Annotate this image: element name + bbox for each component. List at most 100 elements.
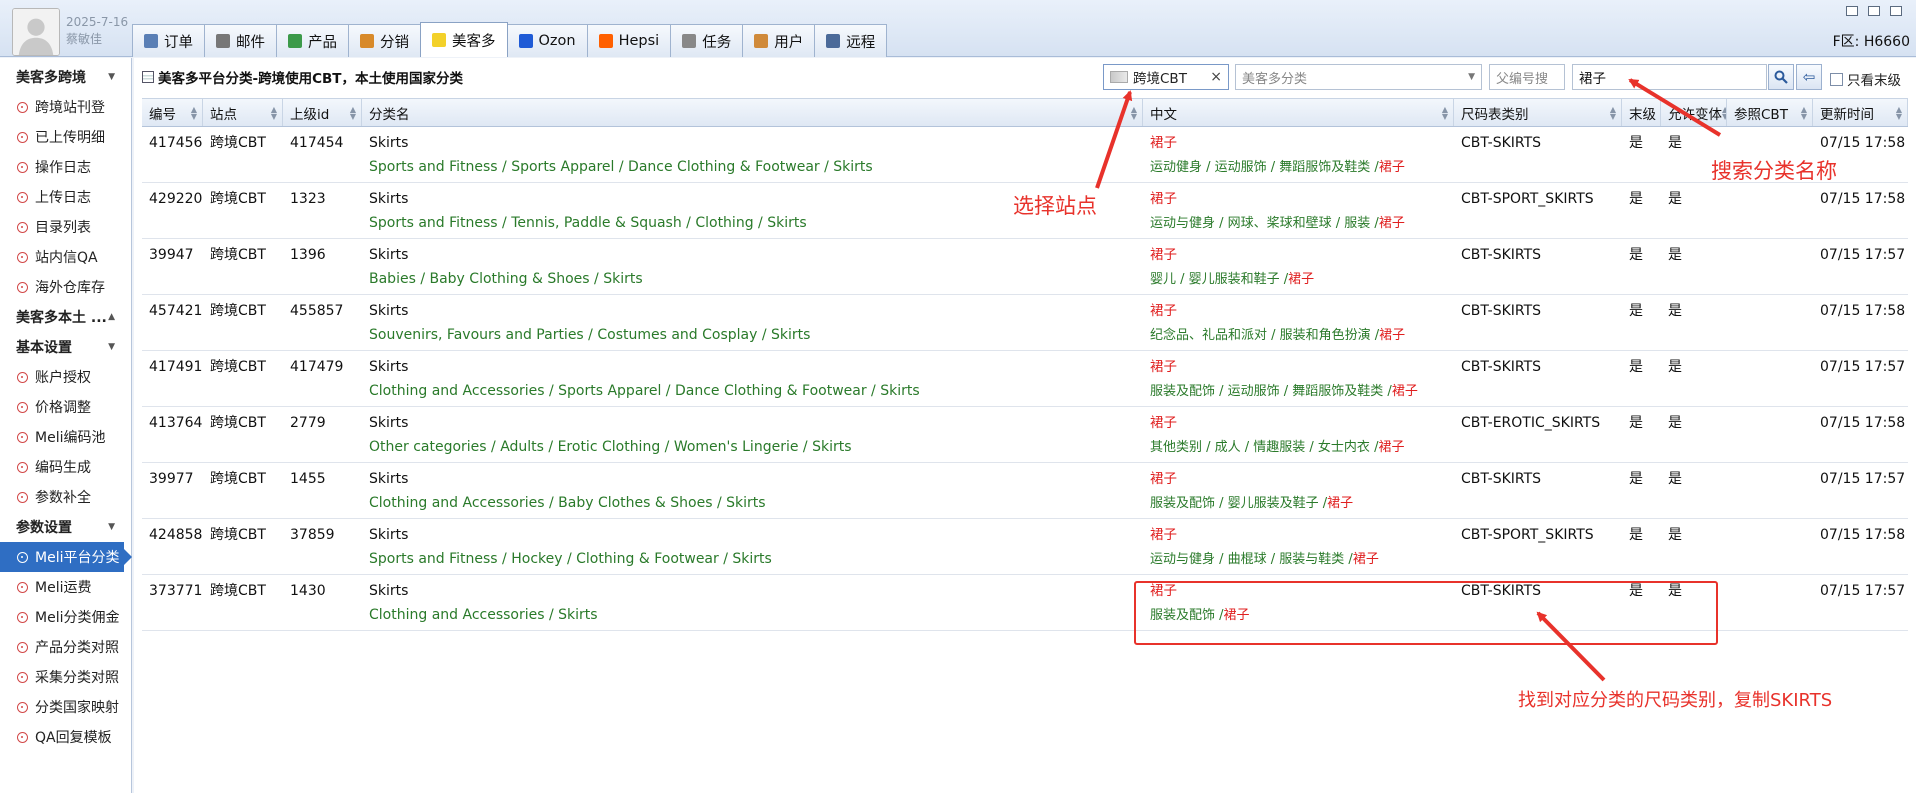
- sidebar-item[interactable]: 上传日志: [0, 182, 131, 212]
- sidebar-item[interactable]: 编码生成: [0, 452, 131, 482]
- table-row[interactable]: 373771 跨境CBT 1430 Skirts Clothing and Access…: [142, 575, 1908, 631]
- restore-icon[interactable]: [1868, 6, 1880, 16]
- column-header[interactable]: 上级id ▲ ▼: [283, 99, 362, 126]
- chinese-path: 其他类别 / 成人 / 情趣服装 / 女士内衣 /裙子: [1150, 439, 1447, 456]
- sidebar-item[interactable]: 采集分类对照: [0, 662, 131, 692]
- bullet-icon: [17, 221, 28, 233]
- sidebar-item[interactable]: Meli编码池: [0, 422, 131, 452]
- column-header[interactable]: 编号 ▲ ▼: [142, 99, 203, 126]
- column-header[interactable]: 尺码表类别 ▲ ▼: [1454, 99, 1622, 126]
- tab-order[interactable]: 订单: [132, 24, 205, 57]
- sidebar-item[interactable]: 参数补全: [0, 482, 131, 512]
- chinese-path-tail: 裙子: [1327, 496, 1354, 511]
- tab-user[interactable]: 用户: [742, 24, 816, 57]
- cell-last-level: 是: [1629, 527, 1643, 543]
- only-last-label: 只看末级: [1847, 73, 1901, 89]
- user-info: 2025-7-16 蔡敏佳: [66, 14, 128, 48]
- chinese-path-text: 服装及配饰 / 婴儿服装及鞋子 /: [1150, 496, 1328, 511]
- sidebar-item[interactable]: 站内信QA: [0, 242, 131, 272]
- column-header[interactable]: 允许变体▲ ▼: [1661, 99, 1727, 126]
- user-name: 蔡敏佳: [66, 32, 103, 46]
- table-row[interactable]: 417491 跨境CBT 417479 Skirts Clothing and Acce…: [142, 351, 1908, 407]
- sidebar-item[interactable]: 已上传明细: [0, 122, 131, 152]
- tab-distribution[interactable]: 分销: [348, 24, 421, 57]
- bullet-icon: [17, 641, 28, 653]
- clear-icon[interactable]: ×: [1210, 69, 1222, 85]
- sidebar-group-title: 参数设置: [16, 520, 72, 536]
- parent-id-search-input[interactable]: 父编号搜: [1489, 64, 1565, 90]
- sidebar-item[interactable]: 价格调整: [0, 392, 131, 422]
- category-placeholder: 美客多分类: [1242, 71, 1308, 87]
- table-row[interactable]: 39947 跨境CBT 1396 Skirts Babies / Baby Clothi…: [142, 239, 1908, 295]
- close-window-icon[interactable]: [1890, 6, 1902, 16]
- sidebar-group[interactable]: 美客多本土 ... ▲: [0, 302, 131, 332]
- tab-remote[interactable]: 远程: [814, 24, 888, 57]
- sidebar-item[interactable]: 跨境站刊登: [0, 92, 131, 122]
- sidebar-group-title: 基本设置: [16, 340, 72, 356]
- checkbox-box[interactable]: [1830, 72, 1843, 86]
- sidebar-group[interactable]: 参数设置 ▼: [0, 512, 131, 542]
- column-header[interactable]: 末级: [1622, 99, 1661, 126]
- tab-mercadolibre[interactable]: 美客多: [420, 22, 508, 57]
- category-name-en: Skirts: [369, 135, 409, 151]
- reset-button[interactable]: ⇦: [1796, 64, 1822, 90]
- table-row[interactable]: 424858 跨境CBT 37859 Skirts Sports and Fitness…: [142, 519, 1908, 575]
- table-row[interactable]: 457421 跨境CBT 455857 Skirts Souvenirs, Favour…: [142, 295, 1908, 351]
- cell-allow-variant: 是: [1668, 527, 1682, 543]
- tab-mail[interactable]: 邮件: [204, 24, 277, 57]
- column-header[interactable]: 分类名 ▲ ▼: [362, 99, 1143, 126]
- sidebar-item-label: 价格调整: [35, 400, 91, 416]
- sidebar-item[interactable]: Meli分类佣金: [0, 602, 131, 632]
- table-row[interactable]: 39977 跨境CBT 1455 Skirts Clothing and Accesso…: [142, 463, 1908, 519]
- sidebar-item[interactable]: 账户授权: [0, 362, 131, 392]
- sidebar-item-label: 编码生成: [35, 460, 91, 476]
- column-header[interactable]: 中文 ▲ ▼: [1143, 99, 1454, 126]
- tab-ozon[interactable]: Ozon: [506, 24, 588, 57]
- column-header[interactable]: 更新时间 ▲ ▼: [1813, 99, 1908, 126]
- back-arrow-icon: ⇦: [1802, 68, 1816, 86]
- tab-task[interactable]: 任务: [670, 24, 744, 57]
- cell-size-category: CBT-SKIRTS: [1461, 135, 1542, 151]
- sidebar-item[interactable]: 操作日志: [0, 152, 131, 182]
- column-header[interactable]: 站点 ▲ ▼: [203, 99, 283, 126]
- sidebar-group[interactable]: 美客多跨境 ▼: [0, 62, 131, 92]
- sidebar-item[interactable]: Meli运费: [0, 572, 131, 602]
- sidebar-item[interactable]: Meli平台分类: [0, 542, 132, 572]
- table-row[interactable]: 417456 跨境CBT 417454 Skirts Sports and Fitnes…: [142, 127, 1908, 183]
- cell-site: 跨境CBT: [210, 527, 266, 543]
- chinese-path-tail: 裙子: [1288, 272, 1315, 287]
- user-avatar[interactable]: [12, 8, 60, 56]
- tab-label: Ozon: [538, 33, 576, 49]
- sidebar-item[interactable]: 海外仓库存: [0, 272, 131, 302]
- chinese-path-text: 运动与健身 / 网球、桨球和壁球 / 服装 /: [1150, 216, 1379, 231]
- category-select[interactable]: 美客多分类 ▼: [1235, 64, 1482, 90]
- sidebar-item[interactable]: QA回复模板: [0, 722, 131, 752]
- tab-product[interactable]: 产品: [276, 24, 349, 57]
- cell-site: 跨境CBT: [210, 303, 266, 319]
- minimize-icon[interactable]: [1846, 6, 1858, 16]
- cell-allow-variant: 是: [1668, 303, 1682, 319]
- tab-hepsi[interactable]: Hepsi: [586, 24, 672, 57]
- sidebar-item-label: QA回复模板: [35, 730, 112, 746]
- site-filter[interactable]: 跨境CBT ×: [1103, 64, 1229, 90]
- sidebar-item[interactable]: 目录列表: [0, 212, 131, 242]
- category-search-input[interactable]: 裙子: [1572, 64, 1767, 90]
- cell-site: 跨境CBT: [210, 135, 266, 151]
- sidebar-item[interactable]: 分类国家映射: [0, 692, 131, 722]
- hepsi-icon: [598, 34, 613, 48]
- chinese-path-text: 运动健身 / 运动服饰 / 舞蹈服饰及鞋类 /: [1150, 160, 1379, 175]
- bullet-icon: [17, 131, 28, 143]
- column-header-label: 上级id: [290, 106, 330, 123]
- search-button[interactable]: [1768, 64, 1794, 90]
- cell-parent-id: 1323: [290, 191, 326, 207]
- only-last-level-checkbox[interactable]: 只看末级: [1830, 69, 1901, 89]
- sidebar-item[interactable]: 产品分类对照: [0, 632, 131, 662]
- chinese-path-tail: 裙子: [1223, 608, 1250, 623]
- column-header[interactable]: 参照CBT ▲ ▼: [1727, 99, 1813, 126]
- cell-last-level: 是: [1629, 247, 1643, 263]
- table-row[interactable]: 429220 跨境CBT 1323 Skirts Sports and Fitness …: [142, 183, 1908, 239]
- cell-category-name: Skirts Clothing and Accessories / Sports …: [362, 351, 1143, 406]
- table-row[interactable]: 413764 跨境CBT 2779 Skirts Other categories / …: [142, 407, 1908, 463]
- sidebar-group[interactable]: 基本设置 ▼: [0, 332, 131, 362]
- cell-site: 跨境CBT: [210, 247, 266, 263]
